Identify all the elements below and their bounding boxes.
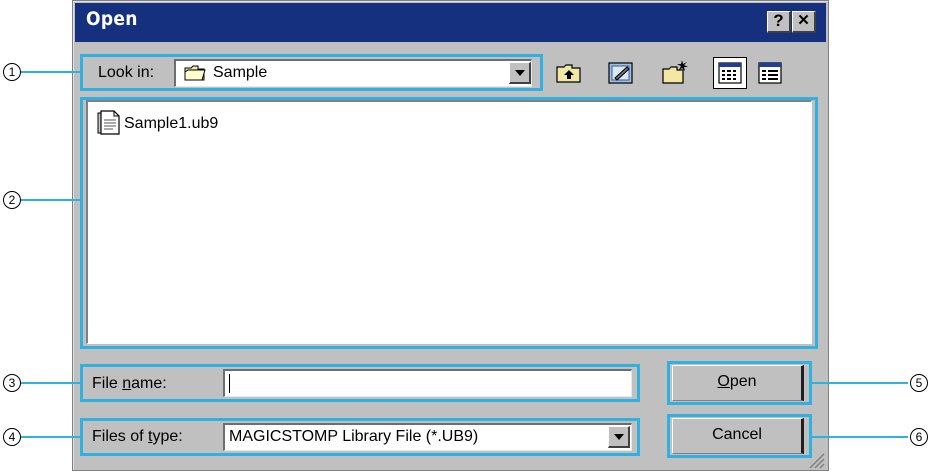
callout-line-5: [811, 382, 908, 384]
callout-box-5: [667, 361, 812, 405]
close-button[interactable]: ✕: [792, 11, 816, 33]
callout-line-3: [20, 382, 81, 384]
callout-box-1: [80, 54, 543, 91]
callout-box-4: [80, 418, 640, 456]
list-view-icon: [718, 62, 742, 84]
details-view-button[interactable]: [754, 58, 786, 88]
up-one-level-button[interactable]: [553, 58, 585, 88]
callout-box-2: [80, 97, 818, 349]
new-folder-icon: [662, 60, 688, 84]
new-folder-button[interactable]: [659, 58, 691, 88]
up-one-level-icon: [556, 64, 581, 83]
callout-box-6: [667, 414, 812, 458]
help-button[interactable]: ?: [767, 11, 791, 33]
callout-line-1: [20, 71, 81, 73]
desktop-button[interactable]: [605, 58, 637, 88]
callout-number-5: 5: [910, 374, 928, 392]
list-view-button[interactable]: [713, 57, 747, 89]
window-title: Open: [86, 8, 138, 30]
callout-number-4: 4: [3, 428, 21, 446]
callout-number-3: 3: [3, 374, 21, 392]
callout-number-1: 1: [3, 63, 21, 81]
callout-line-4: [20, 436, 81, 438]
title-bar[interactable]: [75, 3, 826, 42]
callout-number-6: 6: [910, 428, 928, 446]
callout-box-3: [80, 364, 640, 402]
desktop-icon: [608, 62, 633, 84]
details-view-icon: [758, 62, 782, 84]
callout-line-6: [811, 436, 908, 438]
callout-line-2: [20, 199, 81, 201]
callout-number-2: 2: [3, 191, 21, 209]
